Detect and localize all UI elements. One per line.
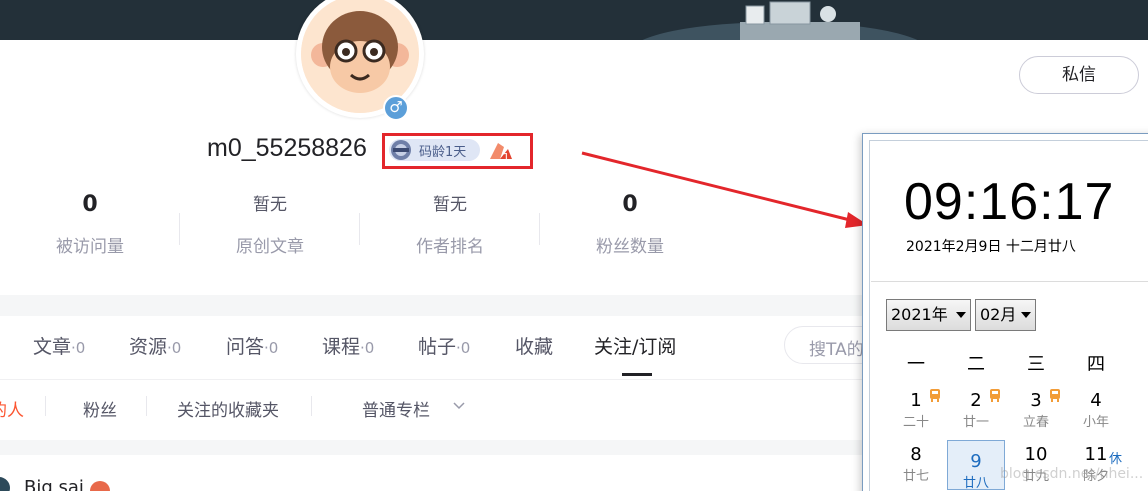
tab-label: 帖子 [418,336,457,358]
tab-articles[interactable]: 文章·0 [33,332,85,359]
male-gender-icon: ♂ [383,95,409,121]
day-lunar: 廿 [1127,411,1148,430]
stat-value: 0 [622,192,638,217]
subtab-normal-columns[interactable]: 普通专栏 [362,396,430,421]
day-lunar: 廿八 [962,476,989,491]
year-select-value: 2021年 [891,305,948,324]
stat-value: 暂无 [433,195,467,215]
day-number: 5 [1127,390,1148,411]
month-select[interactable]: 02月 [975,299,1036,331]
day-number: 9 [970,451,982,472]
day-lunar: 二十 [902,415,929,430]
month-select-value: 02月 [980,305,1017,324]
clock-time: 09:16:17 [904,173,1115,231]
tab-count: ·0 [264,339,279,357]
username: m0_55258826 [207,134,367,162]
stat-label: 原创文章 [236,237,304,257]
active-tab-underline [622,373,652,376]
day-lunar: 小年 [1082,415,1109,430]
subtab-following-people[interactable]: 的人 [0,396,24,421]
calendar-day[interactable]: 5 廿 [1127,380,1148,430]
subtab-followed-favorites[interactable]: 关注的收藏夹 [177,396,279,421]
train-icon [990,389,1000,402]
subtab-divider [45,396,46,416]
chevron-down-icon[interactable] [453,400,465,412]
tab-label: 问答 [226,336,265,358]
tab-favorites[interactable]: 收藏 [515,332,553,359]
tab-count: ·0 [167,339,182,357]
tab-label: 课程 [322,336,361,358]
subtab-divider [311,396,312,416]
tab-following[interactable]: 关注/订阅 [594,332,676,359]
list-item-name[interactable]: Big sai [24,477,84,491]
tab-count: ·0 [360,339,375,357]
day-number: 10 [1024,444,1048,465]
day-lunar: 廿七 [902,469,929,484]
private-message-button[interactable]: 私信 [1019,56,1139,94]
day-lunar: 立春 [1022,415,1049,430]
stat-author-rank: 暂无 作者排名 [360,190,540,257]
tab-count: ·0 [71,339,86,357]
weekday-label: 三 [1027,354,1045,375]
subtab-divider [146,396,147,416]
weekday-label: 五 [1136,350,1148,376]
year-select[interactable]: 2021年 [886,299,971,331]
clock-date: 2021年2月9日 十二月廿八 [906,239,1076,255]
stat-label: 粉丝数量 [596,237,664,257]
dropdown-arrow-icon [1021,312,1031,318]
tab-label: 文章 [33,336,72,358]
annotation-highlight-box [382,133,533,169]
tab-label: 资源 [129,336,168,358]
dropdown-arrow-icon [956,312,966,318]
stat-label: 作者排名 [416,237,484,257]
calendar-day-today[interactable]: 9 廿八 [947,440,1005,491]
tab-label: 收藏 [515,336,554,358]
top-banner [0,0,1148,40]
subtab-fans[interactable]: 粉丝 [83,396,117,421]
tab-qa[interactable]: 问答·0 [226,332,278,359]
avatar[interactable] [0,477,10,491]
stat-label: 被访问量 [56,237,124,257]
weekday-label: 四 [1087,354,1105,375]
tab-count: ·0 [456,339,471,357]
day-number: 4 [1090,390,1102,411]
tab-resources[interactable]: 资源·0 [129,332,181,359]
train-icon [1050,389,1060,402]
watermark: blog.csdn.net/nhei... [1000,466,1144,482]
divider [871,281,1148,282]
stat-value: 0 [82,192,98,217]
stat-visits: 0 被访问量 [0,190,180,257]
tab-label: 关注/订阅 [594,336,677,358]
desk-illustration [740,1,860,40]
tab-courses[interactable]: 课程·0 [322,332,374,359]
clock-calendar-popup: 09:16:17 2021年2月9日 十二月廿八 2021年 02月 一 二 三… [862,133,1148,491]
calendar-day[interactable]: 4 小年 [1067,380,1125,430]
day-lunar: 廿一 [962,415,989,430]
stat-fans: 0 粉丝数量 [540,190,720,257]
blogger-badge-icon [90,481,110,491]
weekday-label: 一 [907,354,925,375]
day-number: 1 [1127,444,1148,465]
search-placeholder: 搜TA的 [809,340,864,360]
train-icon [930,389,940,402]
tab-posts[interactable]: 帖子·0 [418,332,470,359]
stat-original-articles: 暂无 原创文章 [180,190,360,257]
weekday-label: 二 [967,354,985,375]
calendar-day[interactable]: 8 廿七 [887,434,945,484]
stat-value: 暂无 [253,195,287,215]
day-number: 8 [910,444,922,465]
holiday-rest-tag: 休 [1109,452,1123,467]
